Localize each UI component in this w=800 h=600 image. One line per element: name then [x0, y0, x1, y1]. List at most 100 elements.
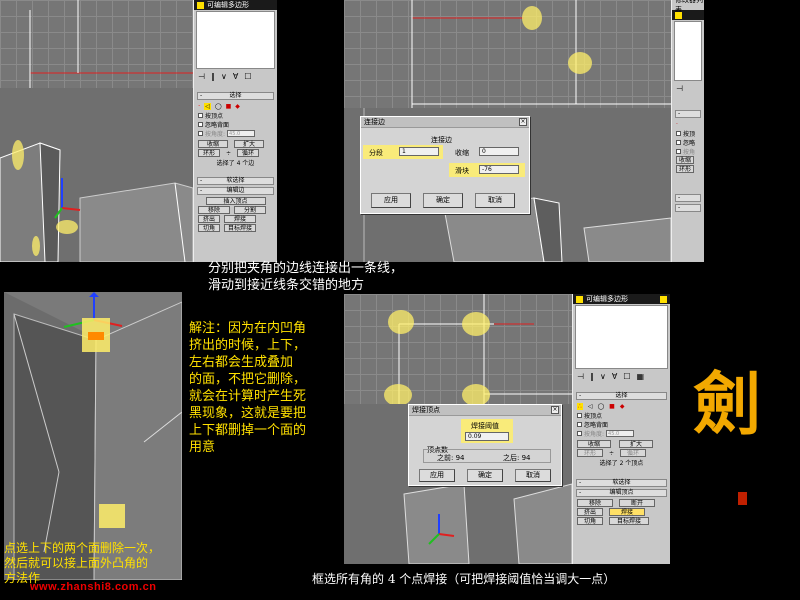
border-icon[interactable]: ◯ — [215, 103, 222, 110]
top-viewport[interactable] — [0, 0, 193, 88]
soft-selection-rollout[interactable] — [675, 194, 701, 202]
polygon-icon[interactable]: ■ — [226, 103, 232, 110]
selection-rollout[interactable]: 选择 — [197, 92, 274, 100]
by-vertex-checkbox[interactable] — [577, 412, 582, 418]
edit-vertices-rollout[interactable]: 编辑顶点 — [576, 489, 667, 497]
perspective-viewport[interactable] — [0, 88, 193, 262]
connect-edges-dialog: 连接边 × 连接边 分段 1 收缩 0 滑块 -76 应用 确定 取消 — [360, 116, 530, 214]
modifier-stack-list[interactable] — [575, 305, 668, 369]
break-button[interactable]: 断开 — [619, 499, 655, 507]
show-end-icon[interactable]: ∨ — [600, 372, 606, 381]
remove-mod-icon[interactable]: ☐ — [623, 372, 630, 381]
cancel-button[interactable]: 取消 — [475, 193, 515, 208]
modifier-stack-list[interactable] — [196, 11, 275, 69]
selection-status: 选择了 2 个顶点 — [599, 459, 644, 467]
insert-vertex-button[interactable]: 插入顶点 — [205, 197, 266, 205]
weld-button[interactable]: 焊接 — [609, 508, 645, 516]
ok-button[interactable]: 确定 — [467, 469, 503, 482]
shrink-button[interactable]: 收缩 — [577, 440, 611, 448]
angle-spinner[interactable]: 45.0 — [227, 129, 256, 137]
by-angle-checkbox[interactable] — [676, 148, 681, 154]
dialog-titlebar[interactable]: 连接边 × — [361, 117, 529, 128]
weld-button[interactable]: 焊接 — [224, 215, 256, 223]
by-vertex-checkbox[interactable] — [198, 112, 203, 118]
top-viewport[interactable] — [344, 294, 572, 404]
pin-icon[interactable]: ⊣ — [577, 372, 584, 381]
modifier-list-dropdown[interactable]: 修改器列表 — [672, 0, 704, 14]
pin-icon[interactable]: ⊣ — [676, 84, 683, 93]
unique-icon[interactable]: ∀ — [612, 372, 617, 381]
loop-button[interactable]: 循环 — [237, 149, 260, 157]
shrink-button[interactable]: 收缩 — [198, 140, 228, 148]
loop-button[interactable]: 循环 — [620, 449, 647, 457]
modifier-stack-item[interactable]: 可编辑多边形 — [573, 294, 670, 304]
modifier-stack-list[interactable] — [674, 21, 702, 81]
ignore-backfacing-checkbox[interactable] — [198, 121, 203, 127]
slide-spinner[interactable]: -76 — [479, 165, 519, 174]
vertex-icon[interactable]: · — [676, 121, 678, 128]
pin-icon[interactable]: ⊣ — [198, 72, 205, 81]
chamfer-button[interactable]: 切角 — [577, 517, 603, 525]
by-vertex-checkbox[interactable] — [676, 130, 681, 136]
config-icon[interactable]: ▦ — [636, 372, 644, 381]
target-weld-button[interactable]: 目标焊接 — [224, 224, 256, 232]
by-angle-checkbox[interactable] — [198, 130, 203, 136]
extrude-button[interactable]: 挤出 — [198, 215, 220, 223]
modifier-stack-icon[interactable]: ‖ — [590, 372, 594, 381]
dialog-heading: 连接边 — [431, 136, 452, 144]
modifier-stack-icon[interactable]: ‖ — [211, 72, 215, 81]
angle-spinner[interactable]: 45.0 — [606, 429, 635, 437]
modifier-stack-item[interactable]: 可编辑多边形 — [194, 0, 277, 10]
grow-button[interactable]: 扩大 — [619, 440, 653, 448]
extrude-button[interactable]: 挤出 — [577, 508, 603, 516]
remove-mod-icon[interactable]: ☐ — [244, 72, 251, 81]
polygon-icon[interactable]: ■ — [609, 403, 615, 410]
explanation-note: 解注：因为在内凹角 挤出的时候，上下， 左右都会生成叠加 的面，不把它删除， 就… — [189, 321, 307, 455]
split-button[interactable]: 分割 — [234, 206, 266, 214]
soft-selection-rollout[interactable]: 软选择 — [576, 479, 667, 487]
by-angle-checkbox[interactable] — [577, 430, 582, 436]
weld-threshold-spinner[interactable]: 0.09 — [465, 432, 509, 441]
target-weld-button[interactable]: 目标焊接 — [609, 517, 649, 525]
soft-selection-rollout[interactable]: 软选择 — [197, 177, 274, 185]
element-icon[interactable]: ◆ — [620, 403, 625, 410]
grow-button[interactable]: 扩大 — [234, 140, 264, 148]
unique-icon[interactable]: ∀ — [233, 72, 238, 81]
selection-rollout[interactable]: 选择 — [576, 392, 667, 400]
panel-corner-viewport[interactable] — [4, 292, 182, 580]
bulb-icon — [197, 1, 204, 9]
edit-edges-rollout[interactable] — [675, 204, 701, 212]
ok-button[interactable]: 确定 — [423, 193, 463, 208]
top-viewport-lines — [398, 294, 572, 404]
element-icon[interactable]: ◆ — [235, 103, 240, 110]
ring-spinner[interactable]: ÷ — [226, 150, 231, 157]
show-end-icon[interactable]: ∨ — [221, 72, 227, 81]
top-viewport[interactable] — [344, 0, 671, 108]
ring-spinner[interactable]: ÷ — [609, 450, 614, 457]
selection-rollout[interactable] — [675, 110, 701, 118]
shrink-button[interactable]: 收缩 — [676, 156, 695, 164]
apply-button[interactable]: 应用 — [371, 193, 411, 208]
remove-button[interactable]: 移除 — [577, 499, 613, 507]
edit-edges-rollout[interactable]: 编辑边 — [197, 187, 274, 195]
ring-button[interactable]: 环形 — [676, 165, 695, 173]
ignore-backfacing-checkbox[interactable] — [676, 139, 681, 145]
ring-button[interactable]: 环形 — [198, 149, 220, 157]
vertex-icon[interactable]: · — [198, 102, 200, 110]
edge-icon[interactable]: ◁ — [204, 102, 211, 110]
dialog-titlebar[interactable]: 焊接顶点 × — [409, 405, 561, 416]
vertex-icon[interactable]: ∴ — [577, 402, 583, 410]
segments-spinner[interactable]: 1 — [399, 147, 439, 156]
chamfer-button[interactable]: 切角 — [198, 224, 220, 232]
pinch-spinner[interactable]: 0 — [479, 147, 519, 156]
remove-button[interactable]: 移除 — [198, 206, 230, 214]
apply-button[interactable]: 应用 — [419, 469, 455, 482]
edge-icon[interactable]: ◁ — [588, 403, 593, 410]
ignore-backfacing-checkbox[interactable] — [577, 421, 582, 427]
stack-toolbar: ⊣ — [672, 82, 704, 94]
ring-button[interactable]: 环形 — [577, 449, 603, 457]
cancel-button[interactable]: 取消 — [515, 469, 551, 482]
close-icon[interactable]: × — [519, 118, 527, 126]
border-icon[interactable]: ◯ — [597, 403, 604, 410]
close-icon[interactable]: × — [551, 406, 559, 414]
